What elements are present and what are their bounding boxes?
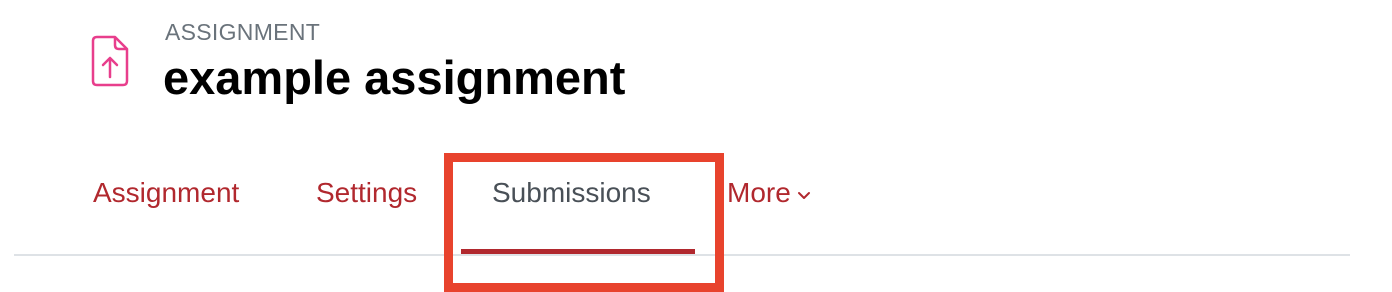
tab-more-label: More (727, 177, 791, 208)
tab-submissions[interactable]: Submissions (492, 175, 651, 211)
tab-more[interactable]: More (727, 175, 811, 213)
secondary-navigation: Assignment Settings Submissions More (0, 0, 1392, 282)
chevron-down-icon (797, 174, 811, 210)
nav-divider (14, 254, 1350, 256)
tab-settings[interactable]: Settings (316, 175, 417, 211)
tab-assignment[interactable]: Assignment (93, 175, 239, 211)
